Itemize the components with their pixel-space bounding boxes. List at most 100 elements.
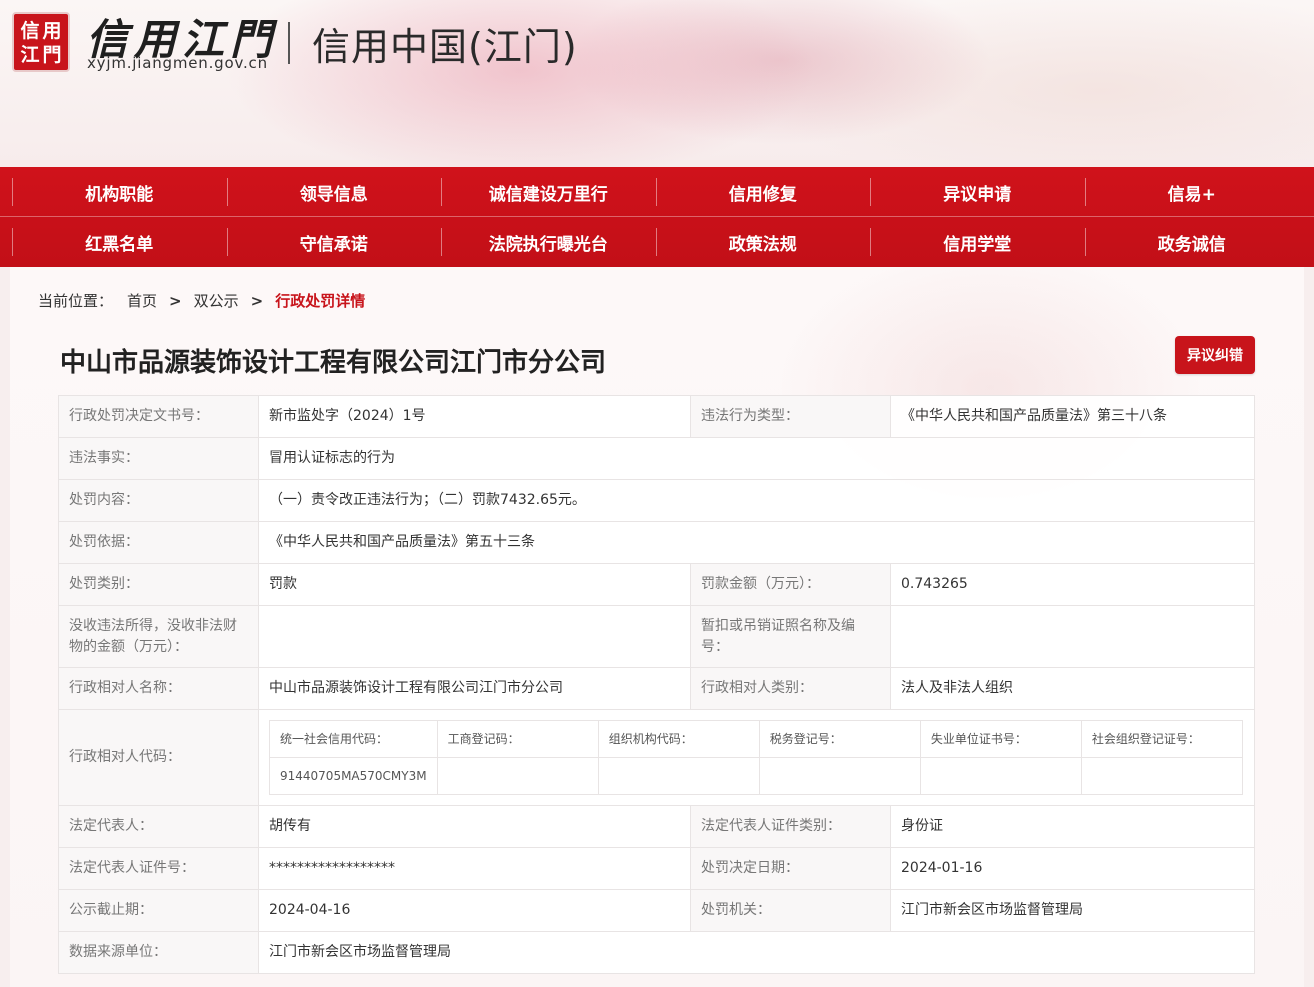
table-row: 行政处罚决定文书号： 新市监处字（2024）1号 违法行为类型： 《中华人民共和… [58,395,1255,438]
violation-type-value: 《中华人民共和国产品质量法》第三十八条 [890,395,1255,438]
basis-value: 《中华人民共和国产品质量法》第五十三条 [258,521,1255,564]
table-row: 处罚类别： 罚款 罚款金额（万元）： 0.743265 [58,563,1255,606]
party-code-cell: 统一社会信用代码： 工商登记码： 组织机构代码： 税务登记号： 失业单位证书号：… [258,709,1255,806]
amount-value: 0.743265 [890,563,1255,606]
seal-char: 江 [20,44,40,66]
table-row: 没收违法所得，没收非法财物的金额（万元）： 暂扣或吊销证照名称及编号： [58,605,1255,668]
nav-item-court-exposure[interactable]: 法院执行曝光台 [441,217,656,267]
social-org-value [1080,757,1244,795]
header-title: 信用中国(江门) [312,25,578,69]
amount-label: 罚款金额（万元）： [690,563,891,606]
table-row: 行政相对人名称： 中山市品源装饰设计工程有限公司江门市分公司 行政相对人类别： … [58,667,1255,710]
decision-no-value: 新市监处字（2024）1号 [258,395,691,438]
seal-char: 信 [20,20,40,42]
authority-label: 处罚机关： [690,889,891,932]
party-type-value: 法人及非法人组织 [890,667,1255,710]
legal-rep-value: 胡传有 [258,805,691,848]
site-url: xyjm.jiangmen.gov.cn [87,54,268,72]
code-header: 税务登记号： [758,720,921,758]
tax-reg-value [758,757,921,795]
data-source-value: 江门市新会区市场监督管理局 [258,931,1255,974]
data-source-label: 数据来源单位： [58,931,259,974]
table-row: 行政相对人代码： 统一社会信用代码： 工商登记码： 组织机构代码： 税务登记号：… [58,709,1255,806]
decision-no-label: 行政处罚决定文书号： [58,395,259,438]
table-row: 数据来源单位： 江门市新会区市场监督管理局 [58,931,1255,974]
table-row: 违法事实： 冒用认证标志的行为 [58,437,1255,480]
site-header: 信 用 江 門 信用江門 xyjm.jiangmen.gov.cn 信用中国(江… [0,0,1314,167]
nav-row-1: 机构职能 领导信息 诚信建设万里行 信用修复 异议申请 信易+ [12,167,1314,217]
objection-correction-button[interactable]: 异议纠错 [1175,336,1255,374]
facts-value: 冒用认证标志的行为 [258,437,1255,480]
nav-item-trust-pledge[interactable]: 守信承诺 [226,217,442,267]
content-value: （一）责令改正违法行为；（二）罚款7432.65元。 [258,479,1255,522]
breadcrumb-home-link[interactable]: 首页 [127,290,157,311]
authority-value: 江门市新会区市场监督管理局 [890,889,1255,932]
legal-rep-id-no-label: 法定代表人证件号： [58,847,259,890]
nav-item-objection-application[interactable]: 异议申请 [870,167,1085,217]
business-reg-value [436,757,599,795]
code-header: 统一社会信用代码： [269,720,438,758]
main-content: 当前位置： 首页 > 双公示 > 行政处罚详情 中山市品源装饰设计工程有限公司江… [10,267,1304,987]
legal-rep-id-type-label: 法定代表人证件类别： [690,805,891,848]
nav-item-leadership[interactable]: 领导信息 [226,167,442,217]
breadcrumb: 当前位置： 首页 > 双公示 > 行政处罚详情 [38,290,365,311]
penalty-detail-table: 行政处罚决定文书号： 新市监处字（2024）1号 违法行为类型： 《中华人民共和… [58,395,1255,974]
breadcrumb-current: 行政处罚详情 [275,292,366,310]
seal-char: 用 [42,20,62,42]
unit-cert-value [919,757,1082,795]
header-divider [288,22,290,64]
breadcrumb-separator: > [169,291,182,310]
content-label: 处罚内容： [58,479,259,522]
table-row: 处罚依据： 《中华人民共和国产品质量法》第五十三条 [58,521,1255,564]
nav-item-credit-repair[interactable]: 信用修复 [655,167,871,217]
seal-char: 門 [42,44,62,66]
site-seal-logo[interactable]: 信 用 江 門 [12,12,70,72]
legal-rep-id-type-value: 身份证 [890,805,1255,848]
party-code-table: 统一社会信用代码： 工商登记码： 组织机构代码： 税务登记号： 失业单位证书号：… [269,720,1244,795]
table-row: 法定代表人： 胡传有 法定代表人证件类别： 身份证 [58,805,1255,848]
code-header: 组织机构代码： [597,720,760,758]
party-name-value: 中山市品源装饰设计工程有限公司江门市分公司 [258,667,691,710]
credit-code-value: 91440705MA570CMY3M [269,757,438,795]
party-code-label: 行政相对人代码： [58,709,259,806]
publicity-end-value: 2024-04-16 [258,889,691,932]
code-header: 工商登记码： [436,720,599,758]
nav-item-agency-functions[interactable]: 机构职能 [12,167,227,217]
confiscated-label: 没收违法所得，没收非法财物的金额（万元）： [58,605,259,668]
table-row: 公示截止期： 2024-04-16 处罚机关： 江门市新会区市场监督管理局 [58,889,1255,932]
code-header-row: 统一社会信用代码： 工商登记码： 组织机构代码： 税务登记号： 失业单位证书号：… [269,720,1244,758]
nav-item-policy-regulations[interactable]: 政策法规 [655,217,871,267]
breadcrumb-section-link[interactable]: 双公示 [194,290,239,311]
nav-item-xinyi-plus[interactable]: 信易+ [1084,167,1300,217]
page-title: 中山市品源装饰设计工程有限公司江门市分公司 [60,348,607,378]
party-type-label: 行政相对人类别： [690,667,891,710]
party-name-label: 行政相对人名称： [58,667,259,710]
code-header: 社会组织登记证号： [1080,720,1244,758]
breadcrumb-separator: > [250,291,264,310]
code-value-row: 91440705MA570CMY3M [269,757,1244,795]
table-row: 处罚内容： （一）责令改正违法行为；（二）罚款7432.65元。 [58,479,1255,522]
publicity-end-label: 公示截止期： [58,889,259,932]
confiscated-value [258,605,691,668]
violation-type-label: 违法行为类型： [690,395,891,438]
org-code-value [597,757,760,795]
main-nav: 机构职能 领导信息 诚信建设万里行 信用修复 异议申请 信易+ 红黑名单 守信承… [0,167,1314,267]
nav-item-credit-academy[interactable]: 信用学堂 [870,217,1085,267]
nav-item-red-black-list[interactable]: 红黑名单 [12,217,227,267]
category-label: 处罚类别： [58,563,259,606]
nav-item-integrity-campaign[interactable]: 诚信建设万里行 [441,167,656,217]
license-label: 暂扣或吊销证照名称及编号： [690,605,891,668]
facts-label: 违法事实： [58,437,259,480]
category-value: 罚款 [258,563,691,606]
decision-date-label: 处罚决定日期： [690,847,891,890]
code-header: 失业单位证书号： [919,720,1082,758]
decision-date-value: 2024-01-16 [890,847,1255,890]
breadcrumb-label: 当前位置： [38,292,114,310]
nav-item-government-integrity[interactable]: 政务诚信 [1084,217,1300,267]
license-value [890,605,1255,668]
legal-rep-label: 法定代表人： [58,805,259,848]
nav-row-2: 红黑名单 守信承诺 法院执行曝光台 政策法规 信用学堂 政务诚信 [12,217,1314,267]
legal-rep-id-no-value: ****************** [258,847,691,890]
basis-label: 处罚依据： [58,521,259,564]
table-row: 法定代表人证件号： ****************** 处罚决定日期： 202… [58,847,1255,890]
